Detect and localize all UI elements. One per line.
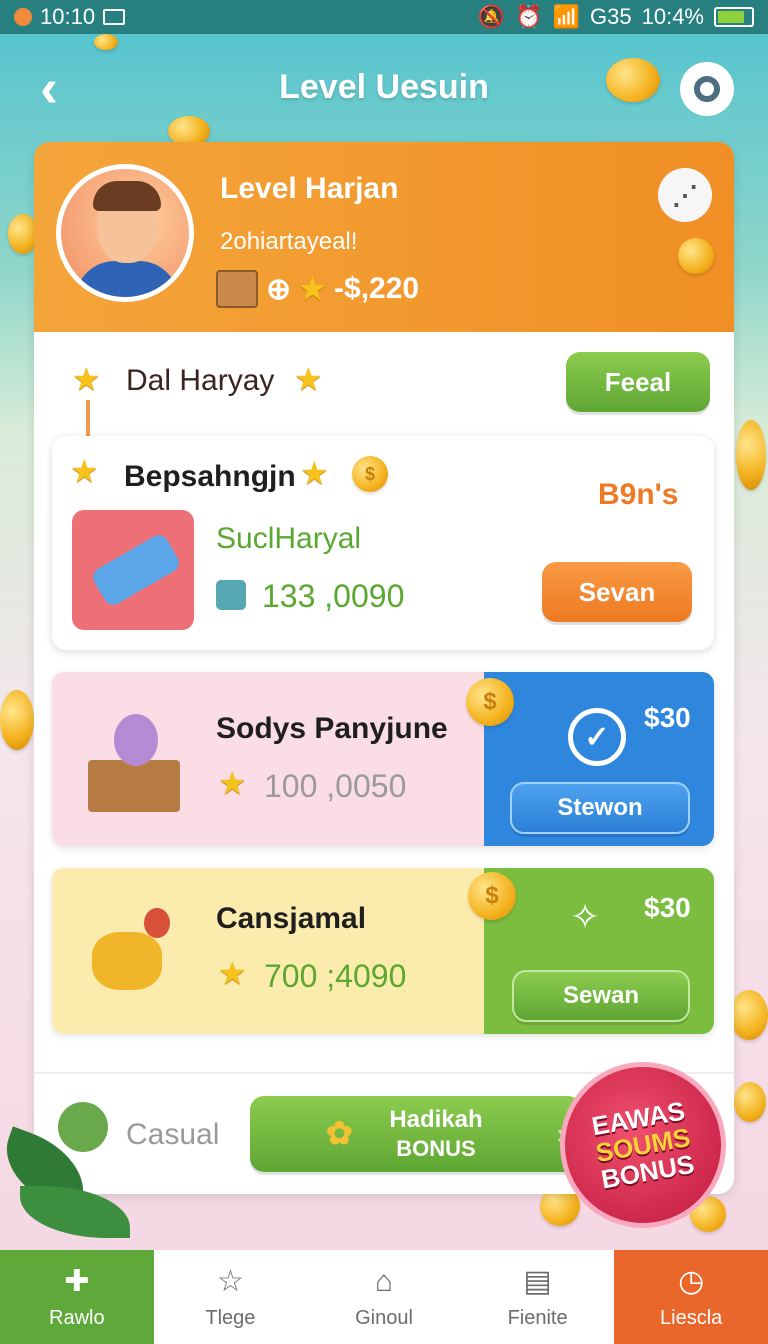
- mute-icon: 🔕: [477, 4, 506, 29]
- cube-icon: [216, 580, 246, 610]
- avatar: [58, 1102, 108, 1152]
- profile-stats-value: -$,220: [334, 272, 420, 305]
- status-time-left: 10:10: [40, 4, 96, 29]
- settings-button[interactable]: [680, 62, 734, 116]
- nav-label: Rawlo: [49, 1306, 105, 1329]
- offer-title: Sodys Panyjune: [216, 712, 448, 745]
- more-icon: ⋰: [672, 179, 698, 210]
- coin-icon: $: [468, 872, 516, 920]
- offer-value: 133 ,0090: [262, 578, 405, 614]
- star-icon: ★: [218, 765, 247, 801]
- more-button[interactable]: ⋰: [658, 168, 712, 222]
- avatar[interactable]: [56, 164, 194, 302]
- coin-icon: [736, 420, 766, 490]
- alarm-icon: ⏰: [515, 4, 543, 29]
- coin-icon: [0, 690, 34, 750]
- offer-title: Bepsahngjn: [124, 460, 296, 493]
- star-icon: ★: [70, 453, 99, 489]
- box-icon: [216, 270, 258, 308]
- star-outline-icon: ☆: [216, 1265, 244, 1298]
- nav-item-tlege[interactable]: ☆ Tlege: [154, 1250, 308, 1344]
- main-card: Level Harjan 2ohiartayeal! ⊕ ★ -$,220 ⋰ …: [34, 142, 734, 1194]
- nav-item-ginoul[interactable]: ⌂ Ginoul: [307, 1250, 461, 1344]
- nav-label: Tlege: [205, 1306, 256, 1329]
- chip-icon: ⊕: [266, 272, 292, 306]
- offer-tag: B9n's: [598, 478, 679, 511]
- offer-price: $30: [644, 702, 691, 733]
- home-icon: ⌂: [374, 1264, 394, 1298]
- nav-label: Fienite: [507, 1306, 568, 1329]
- star-icon: ★: [294, 361, 323, 397]
- offer-card[interactable]: Cansjamal ★ 700 ;4090 $ ✧ $30 Sewan: [52, 868, 714, 1034]
- daily-button[interactable]: Feeal: [566, 352, 710, 412]
- offer-value: 100 ,0050: [264, 768, 407, 804]
- star-icon: ★: [300, 455, 329, 491]
- star-icon: ★: [72, 361, 101, 397]
- gift-box-image: [78, 706, 190, 816]
- offer-button[interactable]: Sewan: [512, 970, 690, 1022]
- bonus-label-2: BONUS: [396, 1136, 476, 1161]
- status-bar: 10:10 🔕 ⏰ 📶 G35 10:4%: [0, 0, 768, 34]
- sparkle-icon: ✧: [570, 896, 601, 937]
- gear-icon: [694, 76, 720, 102]
- offer-value: 700 ;4090: [264, 958, 407, 994]
- battery-icon: [714, 7, 754, 27]
- offer-subtitle: SuclHaryal: [216, 522, 362, 555]
- star-icon: ★: [299, 272, 327, 306]
- bonus-button[interactable]: ✿ Hadikah BONUS ›: [250, 1096, 582, 1172]
- nav-item-liescla[interactable]: ◷ Liescla: [614, 1250, 768, 1344]
- coin-icon: [734, 1082, 766, 1122]
- coin-icon: $: [466, 678, 514, 726]
- profile-subtitle: 2ohiartayeal!: [220, 228, 358, 255]
- offer-card[interactable]: Sodys Panyjune ★ 100 ,0050 $ ✓ $30 Stewo…: [52, 672, 714, 846]
- nav-item-fienite[interactable]: ▤ Fienite: [461, 1250, 615, 1344]
- nav-label: Liescla: [660, 1306, 723, 1329]
- profile-name: Level Harjan: [220, 172, 399, 205]
- offer-title: Cansjamal: [216, 902, 367, 935]
- offer-button[interactable]: Sevan: [542, 562, 692, 622]
- offer-button[interactable]: Stewon: [510, 782, 690, 834]
- notification-icon: [14, 8, 32, 26]
- nav-item-rawlo[interactable]: ✚ Rawlo: [0, 1250, 154, 1344]
- bottom-nav: ✚ Rawlo ☆ Tlege ⌂ Ginoul ▤ Fienite ◷ Lie…: [0, 1250, 768, 1344]
- coin-icon: [606, 58, 660, 102]
- wifi-icon: 📶: [552, 4, 581, 29]
- news-icon: ▤: [523, 1265, 552, 1298]
- puzzle-icon: ✚: [64, 1265, 90, 1298]
- offer-price: $30: [644, 892, 691, 923]
- signal-text: G35: [590, 4, 632, 29]
- profile-header: Level Harjan 2ohiartayeal! ⊕ ★ -$,220 ⋰: [34, 142, 734, 332]
- check-icon: ✓: [568, 708, 626, 766]
- coin-icon: [730, 990, 768, 1040]
- daily-label: Dal Haryay: [126, 364, 275, 397]
- nav-label: Ginoul: [355, 1306, 413, 1329]
- bottle-image: [72, 510, 194, 630]
- offer-card[interactable]: ★ Bepsahngjn ★ $ B9n's SuclHaryal 133 ,0…: [52, 436, 714, 650]
- mail-icon: [103, 9, 126, 25]
- status-time-right: 10:4%: [641, 4, 704, 29]
- coin-icon: $: [352, 456, 388, 492]
- star-icon: ★: [218, 955, 247, 991]
- profile-stats: ⊕ ★ -$,220: [216, 270, 419, 308]
- casual-label: Casual: [126, 1118, 220, 1151]
- key-icon: ✿: [326, 1115, 353, 1151]
- horn-image: [82, 902, 192, 1008]
- coin-icon: [678, 238, 714, 274]
- coin-icon: [94, 34, 118, 50]
- stopwatch-icon: ◷: [678, 1265, 705, 1298]
- bonus-label-1: Hadikah: [389, 1106, 483, 1133]
